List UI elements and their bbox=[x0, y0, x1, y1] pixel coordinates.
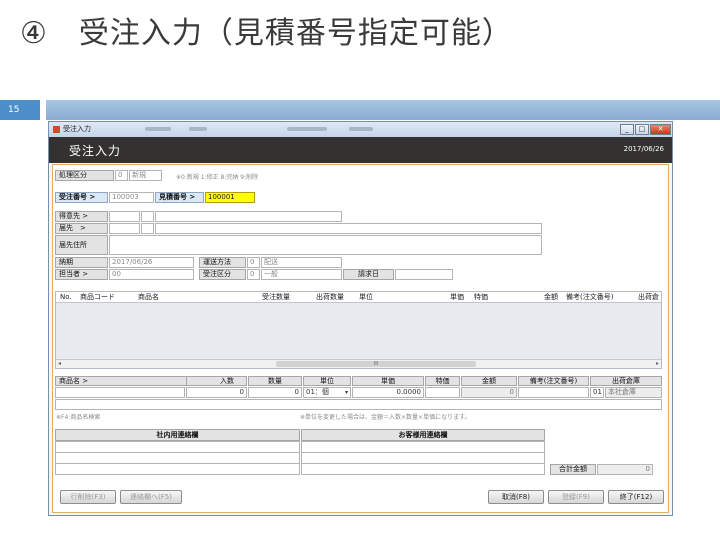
entry-suryo-input[interactable]: 0 bbox=[248, 387, 302, 398]
shori-kubun-hint: ※0:新規 1:修正 8:完納 9:削除 bbox=[176, 174, 259, 181]
memo-button[interactable]: 連絡欄へ(F5) bbox=[120, 490, 182, 504]
close-icon[interactable]: ✕ bbox=[650, 124, 671, 135]
total-amount-value: 0 bbox=[597, 464, 653, 475]
entry-header-biko: 備考(注文番号) bbox=[518, 376, 589, 386]
todoke-jusho-label: 届先住所 bbox=[55, 235, 108, 255]
scroll-right-icon[interactable]: ▸ bbox=[656, 360, 659, 368]
tokuisaki-code-input[interactable] bbox=[109, 211, 140, 222]
juchu-kubun-code-input[interactable]: 0 bbox=[247, 269, 260, 280]
order-detail-list[interactable]: No. 商品コード 商品名 受注数量 出荷数量 単位 単価 特価 金額 備考(注… bbox=[55, 291, 662, 369]
blurred-menu-item bbox=[189, 127, 207, 131]
entry-header-soko: 出荷倉庫 bbox=[590, 376, 662, 386]
entry-tani-value: 01：個 bbox=[306, 388, 329, 396]
seikyu-bi-label: 請求日 bbox=[343, 269, 394, 280]
scroll-left-icon[interactable]: ◂ bbox=[58, 360, 61, 368]
list-col-juchu-suryo: 受注数量 bbox=[262, 293, 290, 301]
delete-row-button[interactable]: 行削除(F3) bbox=[60, 490, 116, 504]
entry-tani-select[interactable]: 01：個 ▾ bbox=[303, 387, 351, 398]
list-header: No. 商品コード 商品名 受注数量 出荷数量 単位 単価 特価 金額 備考(注… bbox=[56, 292, 661, 303]
shori-kubun-name: 新規 bbox=[129, 170, 162, 181]
entry-header-tanka: 単価 bbox=[352, 376, 424, 386]
register-button[interactable]: 登録(F9) bbox=[548, 490, 604, 504]
list-col-kingaku: 金額 bbox=[544, 293, 558, 301]
customer-memo-line[interactable] bbox=[301, 463, 545, 475]
juchu-kubun-label: 受注区分 bbox=[199, 269, 246, 280]
form-header: 受注入力 2017/06/26 bbox=[49, 137, 672, 163]
entry-soko-name: 本社倉庫 bbox=[605, 387, 662, 398]
todoke-jusho-field bbox=[109, 235, 542, 255]
unso-hoho-code-input[interactable]: 0 bbox=[247, 257, 260, 268]
entry-soko-code-input[interactable]: 01 bbox=[590, 387, 604, 398]
entry-header-irisu: 入数 bbox=[186, 376, 247, 386]
entry-biko-input[interactable] bbox=[518, 387, 589, 398]
entry-header-suryo: 数量 bbox=[248, 376, 302, 386]
tokuisaki-branch-input[interactable] bbox=[141, 211, 154, 222]
todokesaki-name bbox=[155, 223, 542, 234]
blurred-menu-item bbox=[145, 127, 171, 131]
form-title: 受注入力 bbox=[69, 144, 122, 158]
slide-header-band bbox=[46, 100, 720, 120]
blurred-menu-item bbox=[349, 127, 373, 131]
minimize-icon[interactable]: _ bbox=[620, 124, 634, 135]
slide-title: ④ 受注入力（見積番号指定可能） bbox=[20, 16, 513, 51]
tokuisaki-label[interactable]: 得意先 > bbox=[55, 211, 108, 222]
tantosha-label[interactable]: 担当者 > bbox=[55, 269, 108, 280]
entry-header-tani: 単位 bbox=[303, 376, 351, 386]
list-col-tanka: 単価 bbox=[450, 293, 464, 301]
juchu-kubun-name: 一般 bbox=[261, 269, 342, 280]
list-col-tani: 単位 bbox=[359, 293, 373, 301]
list-col-shukka-soko: 出荷倉 bbox=[638, 293, 659, 301]
tokuisaki-name bbox=[155, 211, 342, 222]
internal-memo-line[interactable] bbox=[55, 463, 300, 475]
tantosha-input[interactable]: 00 bbox=[109, 269, 194, 280]
scroll-thumb[interactable]: III bbox=[276, 361, 476, 367]
blurred-menu-item bbox=[287, 127, 327, 131]
list-col-shohin-code: 商品コード bbox=[80, 293, 115, 301]
total-amount-label: 合計金額 bbox=[550, 464, 596, 475]
exit-button[interactable]: 終了(F12) bbox=[608, 490, 664, 504]
mitsumori-no-label[interactable]: 見積番号 > bbox=[155, 192, 204, 203]
form-date: 2017/06/26 bbox=[623, 145, 664, 153]
list-col-no: No. bbox=[60, 293, 72, 301]
shori-kubun-label: 処理区分 bbox=[55, 170, 114, 181]
window-titlebar[interactable]: 受注入力 _ □ ✕ bbox=[49, 122, 672, 137]
app-icon bbox=[53, 126, 60, 133]
entry-tokka-input[interactable] bbox=[425, 387, 460, 398]
unso-hoho-label: 運送方法 bbox=[199, 257, 246, 268]
list-col-shukka-suryo: 出荷数量 bbox=[316, 293, 344, 301]
shori-kubun-code-input[interactable]: 0 bbox=[115, 170, 128, 181]
customer-memo-header: お客様用連絡欄 bbox=[301, 429, 545, 441]
juchu-no-label[interactable]: 受注番号 > bbox=[55, 192, 108, 203]
cancel-button[interactable]: 取消(F8) bbox=[488, 490, 544, 504]
entry-note-right: ※単位を変更した場合は、金額＝入数×数量×単価になります。 bbox=[300, 414, 471, 421]
entry-header-tokka: 特価 bbox=[425, 376, 460, 386]
noki-label: 納期 bbox=[55, 257, 108, 268]
list-col-tokka: 特価 bbox=[474, 293, 488, 301]
slide-page-number: 15 bbox=[0, 100, 40, 120]
todokesaki-branch-input[interactable] bbox=[141, 223, 154, 234]
mitsumori-no-input[interactable]: 100001 bbox=[205, 192, 255, 203]
entry-header-kingaku: 金額 bbox=[461, 376, 517, 386]
list-col-biko: 備考(注文番号) bbox=[566, 293, 614, 301]
list-col-shohin-name: 商品名 bbox=[138, 293, 159, 301]
entry-kingaku-field: 0 bbox=[461, 387, 517, 398]
unso-hoho-name: 配送 bbox=[261, 257, 342, 268]
window-title: 受注入力 bbox=[63, 125, 91, 133]
entry-note-left: ※F4:商品名検索 bbox=[56, 414, 101, 421]
entry-product-name-field bbox=[55, 399, 662, 410]
list-horizontal-scrollbar[interactable]: ◂ III ▸ bbox=[56, 359, 661, 368]
todokesaki-code-input[interactable] bbox=[109, 223, 140, 234]
noki-input[interactable]: 2017/06/26 bbox=[109, 257, 194, 268]
maximize-icon[interactable]: □ bbox=[635, 124, 649, 135]
internal-memo-header: 社内用連絡欄 bbox=[55, 429, 300, 441]
juchu-no-input[interactable]: 100003 bbox=[109, 192, 154, 203]
chevron-down-icon[interactable]: ▾ bbox=[345, 388, 348, 397]
seikyu-bi-input[interactable] bbox=[395, 269, 453, 280]
todokesaki-label[interactable]: 届先 > bbox=[55, 223, 108, 234]
entry-shohin-code-input[interactable] bbox=[55, 387, 185, 398]
entry-tanka-input[interactable]: 0.0000 bbox=[352, 387, 424, 398]
entry-irisu-input[interactable]: 0 bbox=[186, 387, 247, 398]
